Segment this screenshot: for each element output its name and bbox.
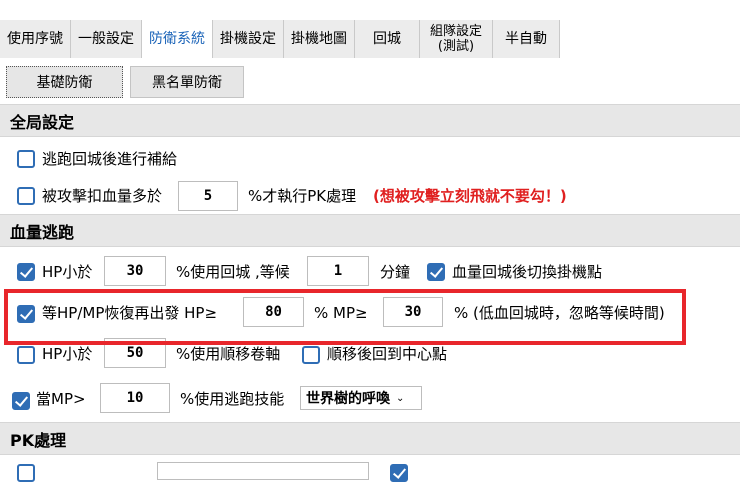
tab-afk-settings[interactable]: 掛機設定: [213, 20, 284, 58]
subtab-blacklist-defense-label: 黑名單防衛: [152, 75, 222, 91]
section-hp-escape-title: 血量逃跑: [10, 222, 75, 242]
mp-escape-skill-checkbox[interactable]: [12, 392, 30, 410]
section-hp-escape: 血量逃跑: [0, 214, 740, 247]
tab-party[interactable]: 組隊設定 (測試): [420, 20, 493, 58]
tab-return-town[interactable]: 回城: [355, 20, 420, 58]
escape-resupply-label: 逃跑回城後進行補給: [42, 150, 178, 168]
pk-action-select[interactable]: [157, 462, 369, 480]
hp-teleport-mid-label: %使用順移卷軸: [176, 345, 281, 363]
section-pk: PK處理: [0, 422, 740, 455]
tab-afk-settings-label: 掛機設定: [220, 30, 276, 47]
subtab-basic-defense[interactable]: 基礎防衛: [6, 66, 123, 98]
tab-general-label: 一般設定: [78, 30, 134, 47]
mp-escape-skill-label: 當MP>: [36, 390, 86, 408]
tab-serial[interactable]: 使用序號: [0, 20, 71, 58]
escape-skill-select[interactable]: 世界樹的呼喚 ⌄: [300, 386, 422, 410]
return-center-checkbox[interactable]: [302, 346, 320, 364]
wait-minutes-input[interactable]: 1: [307, 256, 369, 286]
wait-minutes-unit: 分鐘: [380, 263, 411, 281]
pk-option-checkbox[interactable]: [390, 464, 408, 482]
mp-escape-skill-input[interactable]: 10: [100, 383, 170, 413]
pk-threshold-checkbox[interactable]: [17, 187, 35, 205]
hp-teleport-label: HP小於: [42, 345, 93, 363]
tab-party-label: 組隊設定 (測試): [430, 24, 482, 54]
tab-defense[interactable]: 防衛系統: [142, 20, 213, 58]
escape-resupply-checkbox[interactable]: [17, 150, 35, 168]
tab-party-label-line2: (測試): [437, 39, 475, 54]
tab-afk-map[interactable]: 掛機地圖: [284, 20, 355, 58]
pk-threshold-note: (想被攻擊立刻飛就不要勾！): [373, 187, 567, 205]
pk-threshold-prefix: 被攻擊扣血量多於: [42, 187, 163, 205]
section-global-settings: 全局設定: [0, 104, 740, 137]
hp-return-label: HP小於: [42, 263, 93, 281]
tab-serial-label: 使用序號: [7, 30, 63, 47]
tab-semi-auto[interactable]: 半自動: [493, 20, 560, 58]
subtab-basic-defense-label: 基礎防衛: [36, 75, 93, 91]
switch-afk-point-label: 血量回城後切換掛機點: [452, 263, 603, 281]
chevron-down-icon: ⌄: [396, 392, 405, 404]
tab-defense-label: 防衛系統: [149, 30, 205, 47]
section-pk-title: PK處理: [10, 430, 67, 450]
tab-afk-map-label: 掛機地圖: [291, 30, 347, 47]
hp-return-input[interactable]: 30: [104, 256, 166, 286]
escape-skill-value: 世界樹的呼喚: [306, 391, 390, 407]
tab-return-town-label: 回城: [373, 30, 401, 47]
switch-afk-point-checkbox[interactable]: [427, 263, 445, 281]
tab-party-label-line1: 組隊設定: [429, 24, 482, 39]
subtab-blacklist-defense[interactable]: 黑名單防衛: [130, 66, 244, 98]
tab-semi-auto-label: 半自動: [505, 30, 547, 47]
hp-return-mid-label: %使用回城 ,等候: [176, 263, 290, 281]
section-global-title: 全局設定: [10, 112, 75, 132]
hp-teleport-checkbox[interactable]: [17, 346, 35, 364]
pk-threshold-input[interactable]: 5: [178, 181, 238, 211]
tab-general[interactable]: 一般設定: [71, 20, 142, 58]
pk-row-checkbox[interactable]: [17, 464, 35, 482]
hp-return-checkbox[interactable]: [17, 263, 35, 281]
main-tab-bar: 使用序號 一般設定 防衛系統 掛機設定 掛機地圖 回城 組隊設定 (測試) 半自…: [0, 20, 740, 58]
return-center-label: 順移後回到中心點: [327, 345, 448, 363]
pk-threshold-suffix: %才執行PK處理: [248, 187, 357, 205]
mp-escape-skill-mid-label: %使用逃跑技能: [180, 390, 285, 408]
highlight-box: [4, 289, 686, 345]
